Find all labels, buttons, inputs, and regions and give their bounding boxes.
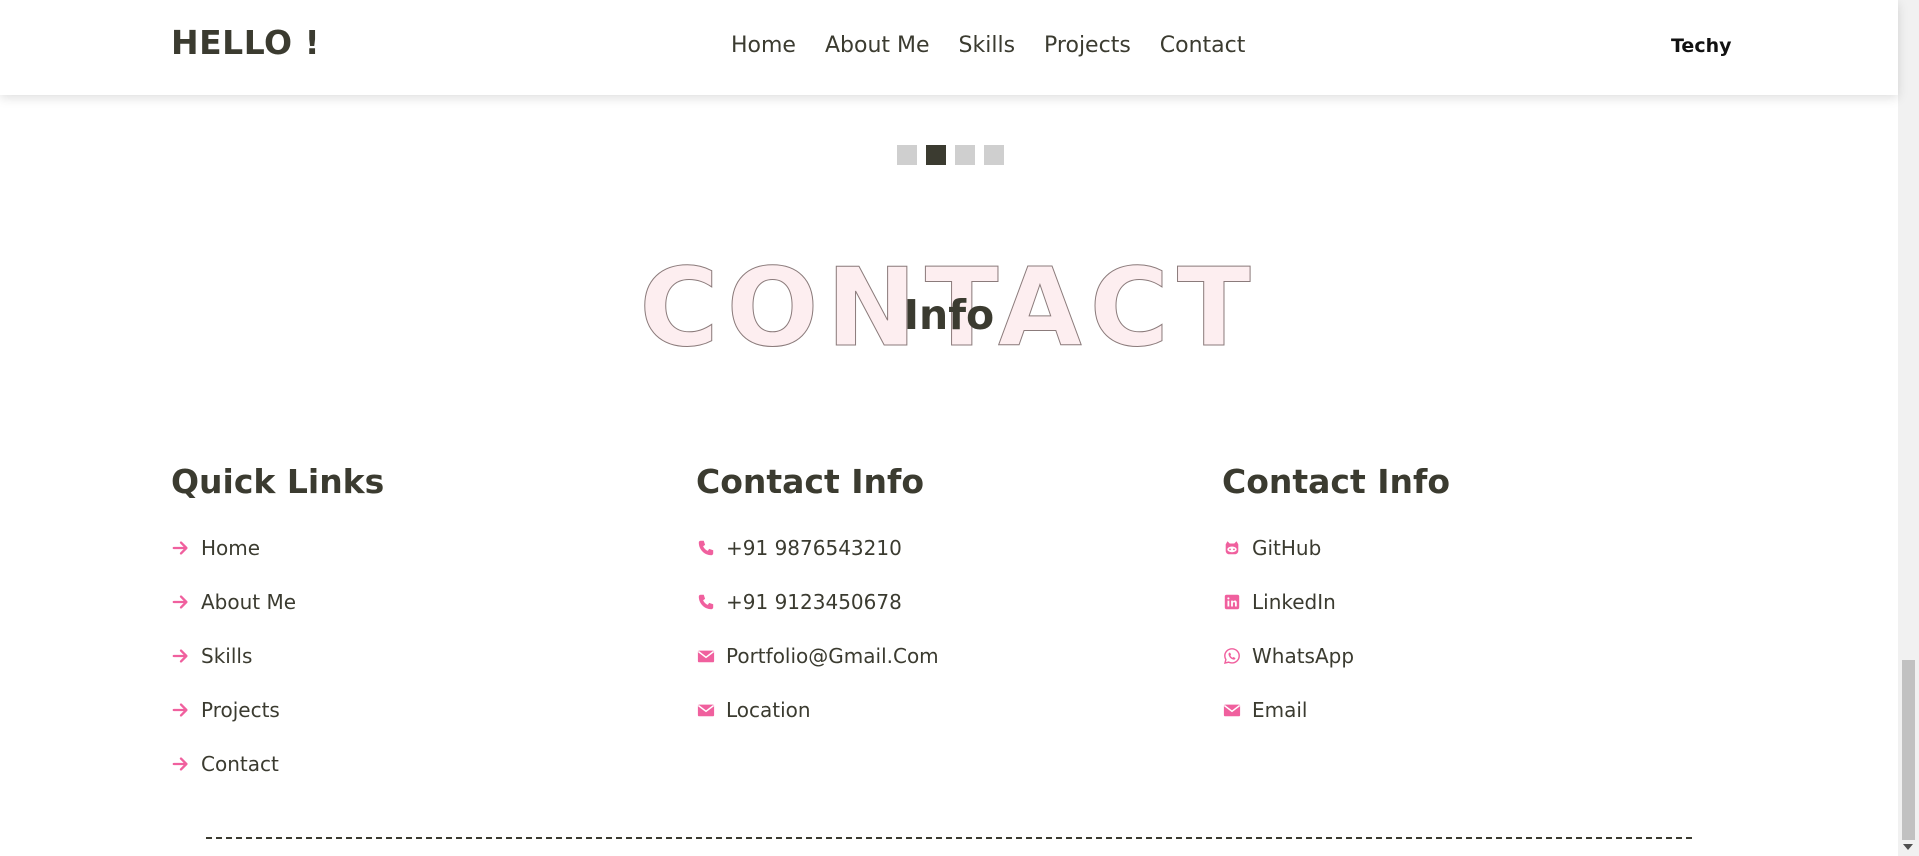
phone-icon: [696, 538, 716, 558]
list-item[interactable]: WhatsApp: [1222, 629, 1450, 683]
list-item[interactable]: Contact: [171, 737, 384, 791]
nav-projects[interactable]: Projects: [1044, 33, 1131, 58]
link-projects[interactable]: Projects: [201, 698, 280, 722]
scrollbar-thumb[interactable]: [1902, 660, 1915, 840]
link-skills[interactable]: Skills: [201, 644, 252, 668]
linkedin-icon: [1222, 592, 1242, 612]
site-header: HELLO ! Home About Me Skills Projects Co…: [0, 0, 1898, 95]
list-item[interactable]: Location: [696, 683, 939, 737]
main-nav: Home About Me Skills Projects Contact: [731, 33, 1245, 58]
list-item[interactable]: Email: [1222, 683, 1450, 737]
section-heading: CONTACT Info: [0, 254, 1898, 365]
list-item[interactable]: +91 9876543210: [696, 521, 939, 575]
phone-number[interactable]: +91 9876543210: [726, 536, 902, 560]
list-item[interactable]: GitHub: [1222, 521, 1450, 575]
whatsapp-icon: [1222, 646, 1242, 666]
link-linkedin[interactable]: LinkedIn: [1252, 590, 1336, 614]
slider-dot-active[interactable]: [926, 145, 946, 165]
nav-about-me[interactable]: About Me: [825, 33, 930, 58]
column-title: Quick Links: [171, 462, 385, 501]
list-item[interactable]: Projects: [171, 683, 384, 737]
list-item[interactable]: About Me: [171, 575, 384, 629]
link-github[interactable]: GitHub: [1252, 536, 1321, 560]
link-whatsapp[interactable]: WhatsApp: [1252, 644, 1354, 668]
heading-title: Info: [903, 291, 995, 339]
arrow-right-icon: [171, 646, 191, 666]
scroll-down-arrow-icon[interactable]: [1903, 844, 1913, 850]
link-email[interactable]: Email: [1252, 698, 1308, 722]
column-title: Contact Info: [1222, 462, 1451, 501]
github-icon: [1222, 538, 1242, 558]
nav-skills[interactable]: Skills: [959, 33, 1016, 58]
nav-contact[interactable]: Contact: [1160, 33, 1246, 58]
brand-right[interactable]: Techy: [1671, 35, 1732, 57]
quick-links-column: Quick Links Home About Me Skills Project…: [171, 462, 384, 791]
slider-dots: [897, 145, 1004, 165]
contact-info-column: Contact Info +91 9876543210 +91 91234506…: [696, 462, 939, 737]
list-item[interactable]: +91 9123450678: [696, 575, 939, 629]
nav-home[interactable]: Home: [731, 33, 796, 58]
slider-dot[interactable]: [984, 145, 1004, 165]
list-item[interactable]: LinkedIn: [1222, 575, 1450, 629]
email-address[interactable]: Portfolio@Gmail.Com: [726, 644, 939, 668]
envelope-icon: [1222, 700, 1242, 720]
location[interactable]: Location: [726, 698, 811, 722]
list-item[interactable]: Portfolio@Gmail.Com: [696, 629, 939, 683]
slider-dot[interactable]: [897, 145, 917, 165]
social-column: Contact Info GitHub LinkedIn WhatsApp Em…: [1222, 462, 1450, 737]
list-item[interactable]: Skills: [171, 629, 384, 683]
logo[interactable]: HELLO !: [171, 23, 320, 62]
link-contact[interactable]: Contact: [201, 752, 279, 776]
page-scrollbar[interactable]: [1898, 0, 1919, 856]
link-about-me[interactable]: About Me: [201, 590, 296, 614]
list-item[interactable]: Home: [171, 521, 384, 575]
arrow-right-icon: [171, 754, 191, 774]
arrow-right-icon: [171, 592, 191, 612]
dashed-divider: [206, 837, 1692, 839]
arrow-right-icon: [171, 538, 191, 558]
column-title: Contact Info: [696, 462, 925, 501]
phone-number[interactable]: +91 9123450678: [726, 590, 902, 614]
envelope-icon: [696, 700, 716, 720]
arrow-right-icon: [171, 700, 191, 720]
envelope-icon: [696, 646, 716, 666]
phone-icon: [696, 592, 716, 612]
link-home[interactable]: Home: [201, 536, 260, 560]
slider-dot[interactable]: [955, 145, 975, 165]
